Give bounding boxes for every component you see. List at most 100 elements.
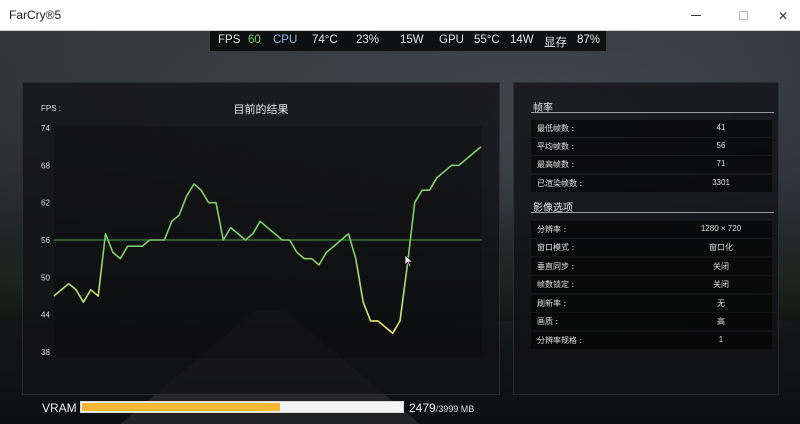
video-row-label: 帧数锁定 :	[537, 280, 575, 289]
fps-data-point	[223, 239, 224, 240]
fps-data-point	[76, 289, 77, 290]
video-row-value: 关闭	[713, 262, 729, 271]
fps-data-point	[282, 239, 283, 240]
vram-readout: 2479/3999 MB	[409, 401, 474, 415]
fps-data-point	[296, 252, 297, 253]
fps-row-label: 最低帧数 :	[537, 124, 575, 133]
y-tick-label: 56	[41, 236, 50, 245]
fps-data-point	[105, 233, 106, 234]
fps-data-point	[164, 239, 165, 240]
fps-data-point	[304, 258, 305, 259]
video-row-value: 1280 × 720	[700, 224, 742, 233]
fps-data-point	[61, 289, 62, 290]
fps-data-point	[355, 258, 356, 259]
vram-bar	[80, 401, 404, 413]
fps-data-point	[134, 246, 135, 247]
fps-data-point	[444, 171, 445, 172]
fps-data-point	[112, 252, 113, 253]
fps-data-point	[260, 221, 261, 222]
fps-data-point	[377, 320, 378, 321]
video-row-label: 分辨率规格 :	[537, 336, 583, 345]
video-row-value: 高	[717, 317, 725, 326]
y-tick-label: 44	[41, 311, 50, 320]
video-row-resolution-scale: 分辨率规格 : 1	[531, 332, 772, 349]
fps-row-label: 已渲染帧数 :	[537, 179, 583, 188]
fps-data-point	[157, 239, 158, 240]
y-tick-label: 38	[41, 348, 50, 357]
video-row-value: 关闭	[713, 280, 729, 289]
fps-data-point	[267, 227, 268, 228]
fps-row-label: 平均帧数 :	[537, 142, 575, 151]
fps-data-point	[392, 333, 393, 334]
mouse-cursor-icon	[404, 254, 414, 268]
video-section-divider	[531, 212, 774, 213]
video-row-label: 窗口模式 :	[537, 243, 575, 252]
fps-row-rendered: 已渲染帧数 : 3301	[531, 175, 772, 192]
fps-data-point	[311, 258, 312, 259]
video-row-quality: 画质 : 高	[531, 313, 772, 330]
y-tick-label: 62	[41, 199, 50, 208]
video-row-value: 1	[718, 335, 724, 344]
video-row-label: 分辨率 :	[537, 225, 567, 234]
fps-data-point	[193, 183, 194, 184]
fps-data-point	[83, 302, 84, 303]
fps-row-label: 最高帧数 :	[537, 160, 575, 169]
fps-data-point	[186, 196, 187, 197]
video-row-resolution: 分辨率 : 1280 × 720	[531, 221, 772, 238]
video-row-label: 画质 :	[537, 317, 559, 326]
fps-data-point	[363, 302, 364, 303]
fps-row-max: 最高帧数 : 71	[531, 156, 772, 173]
fps-data-point	[252, 233, 253, 234]
fps-row-value: 71	[716, 159, 726, 168]
fps-data-point	[274, 233, 275, 234]
y-tick-label: 50	[41, 273, 50, 282]
fps-data-point	[458, 165, 459, 166]
fps-data-point	[179, 215, 180, 216]
fps-data-point	[98, 295, 99, 296]
fps-data-point	[318, 264, 319, 265]
fps-row-avg: 平均帧数 : 56	[531, 138, 772, 155]
fps-data-point	[127, 246, 128, 247]
fps-data-point	[341, 239, 342, 240]
fps-data-point	[473, 152, 474, 153]
fps-data-point	[466, 159, 467, 160]
fps-data-point	[451, 165, 452, 166]
video-row-frame-lock: 帧数锁定 : 关闭	[531, 276, 772, 293]
video-row-refresh-rate: 刷新率 : 无	[531, 295, 772, 312]
video-row-window-mode: 窗口模式 : 窗口化	[531, 239, 772, 256]
fps-data-point	[215, 202, 216, 203]
fps-data-point	[142, 246, 143, 247]
plot-area	[54, 126, 482, 358]
fps-data-point	[53, 295, 54, 296]
fps-data-point	[230, 227, 231, 228]
fps-data-point	[429, 190, 430, 191]
fps-data-point	[208, 202, 209, 203]
video-row-value: 无	[717, 299, 725, 308]
fps-data-point	[370, 320, 371, 321]
fps-data-point	[333, 246, 334, 247]
video-row-label: 刷新率 :	[537, 299, 567, 308]
y-tick-label: 68	[41, 161, 50, 170]
y-tick-label: 74	[41, 124, 50, 133]
vram-used: 2479	[409, 401, 436, 415]
fps-data-point	[68, 283, 69, 284]
fps-data-point	[436, 177, 437, 178]
video-row-label: 垂直同步 :	[537, 262, 575, 271]
fps-data-point	[238, 233, 239, 234]
video-row-value: 窗口化	[709, 243, 733, 252]
fps-data-point	[171, 221, 172, 222]
fps-data-point	[414, 202, 415, 203]
fps-data-point	[326, 252, 327, 253]
fps-row-value: 3301	[712, 178, 730, 187]
fps-data-point	[422, 190, 423, 191]
fps-data-point	[385, 327, 386, 328]
fps-data-point	[245, 239, 246, 240]
y-axis-ticks: 74 68 62 56 50 44 38	[41, 124, 50, 357]
fps-section-divider	[531, 112, 774, 113]
fps-data-point	[348, 233, 349, 234]
fps-data-point	[289, 239, 290, 240]
fps-row-min: 最低帧数 : 41	[531, 120, 772, 137]
fps-data-point	[90, 289, 91, 290]
vram-total: /3999 MB	[435, 404, 475, 414]
fps-data-point	[480, 146, 481, 147]
